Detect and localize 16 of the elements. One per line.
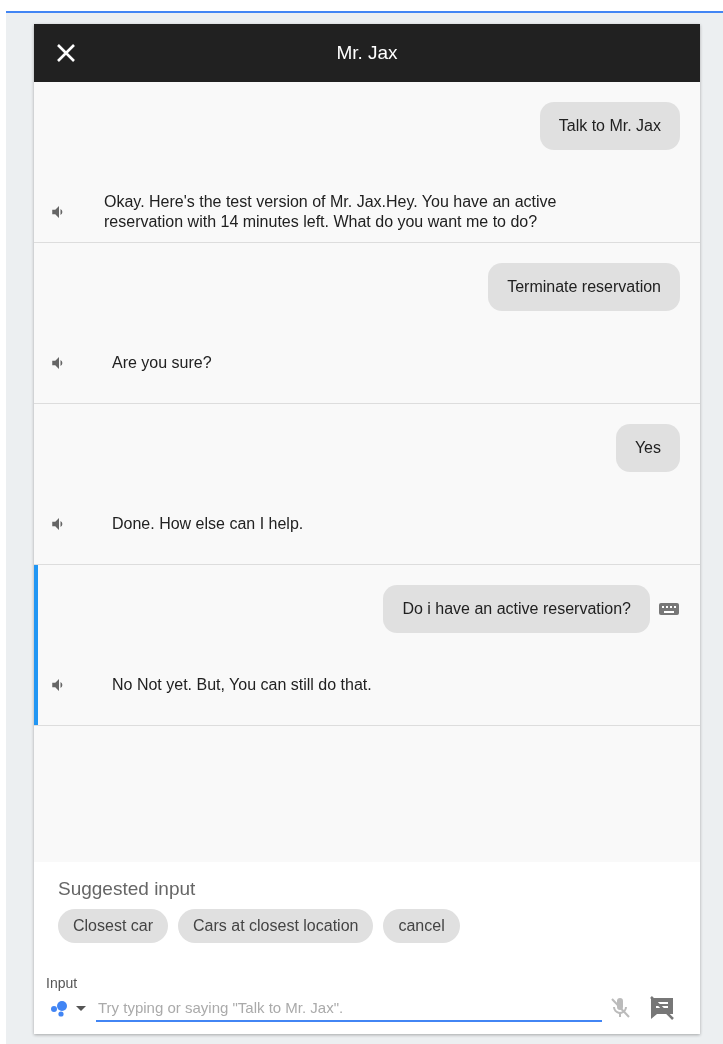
user-message: Terminate reservation <box>488 263 680 311</box>
suggestions-title: Suggested input <box>58 878 197 900</box>
user-message: Do i have an active reservation? <box>383 585 650 633</box>
input-field[interactable]: Try typing or saying "Talk to Mr. Jax". <box>96 993 602 1022</box>
window-title: Mr. Jax <box>335 42 399 64</box>
user-message: Talk to Mr. Jax <box>539 102 680 150</box>
suggestion-chip[interactable]: Closest car <box>58 909 169 943</box>
assistant-reply: Done. How else can I help. <box>112 514 304 534</box>
suggestion-chip[interactable]: Cars at closest location <box>178 909 374 943</box>
suggestion-chip[interactable]: cancel <box>383 909 460 943</box>
chat-off-icon[interactable] <box>648 994 676 1021</box>
assistant-reply: Are you sure? <box>112 353 212 373</box>
input-label: Input <box>46 975 79 991</box>
user-message: Yes <box>615 424 680 472</box>
assistant-reply: No Not yet. But, You can still do that. <box>112 675 372 695</box>
assistant-reply: Okay. Here's the test version of Mr. Jax.Hey. You have an active reservation with 14 minutes left. What do you want me to do? <box>104 192 558 232</box>
